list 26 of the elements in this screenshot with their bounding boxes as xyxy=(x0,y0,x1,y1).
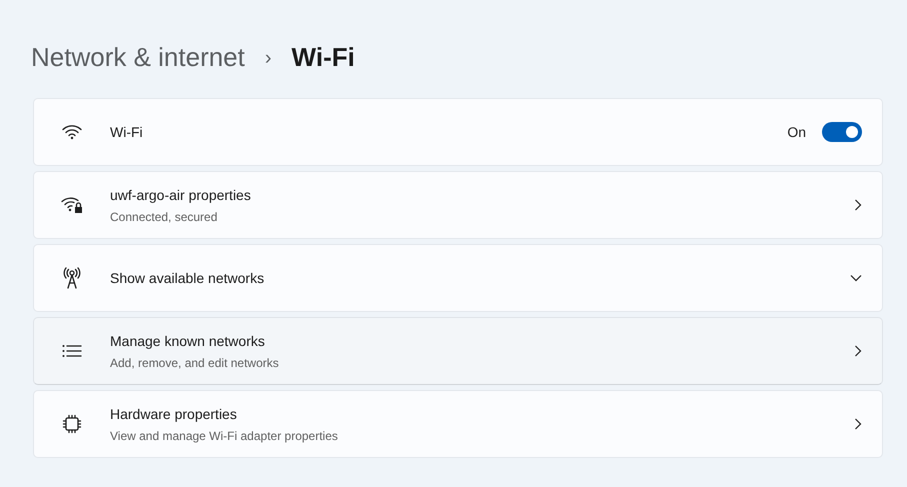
list-icon xyxy=(62,344,82,358)
setting-card[interactable]: Hardware properties View and manage Wi-Fi adapter properties xyxy=(33,390,883,458)
setting-card[interactable]: uwf-argo-air properties Connected, secured xyxy=(33,171,883,239)
setting-description: Add, remove, and edit networks xyxy=(110,354,280,372)
chevron-right-icon xyxy=(854,199,862,211)
setting-description: View and manage Wi-Fi adapter properties xyxy=(110,428,339,444)
page-title: Wi-Fi xyxy=(292,41,355,74)
toggle-switch[interactable] xyxy=(822,122,862,142)
breadcrumb-separator: › xyxy=(264,46,272,70)
setting-title: Show available networks xyxy=(110,268,266,288)
wifi-lock-icon xyxy=(61,196,83,214)
setting-card[interactable]: Wi-Fi On xyxy=(33,98,883,166)
toggle-state-label: On xyxy=(787,122,806,142)
chevron-right-icon xyxy=(854,418,862,430)
setting-title: Wi-Fi xyxy=(110,122,144,142)
setting-card[interactable]: Manage known networks Add, remove, and edit networks xyxy=(33,317,883,385)
wifi-icon xyxy=(62,124,82,140)
setting-card[interactable]: Show available networks xyxy=(33,244,883,312)
antenna-icon xyxy=(63,267,81,289)
chip-icon xyxy=(62,414,82,434)
setting-title: Manage known networks xyxy=(110,332,266,351)
setting-title: uwf-argo-air properties xyxy=(110,186,252,205)
setting-title: Hardware properties xyxy=(110,404,238,424)
breadcrumb-parent[interactable]: Network & internet xyxy=(31,38,245,77)
chevron-right-icon xyxy=(854,345,862,357)
setting-description: Connected, secured xyxy=(110,208,218,226)
